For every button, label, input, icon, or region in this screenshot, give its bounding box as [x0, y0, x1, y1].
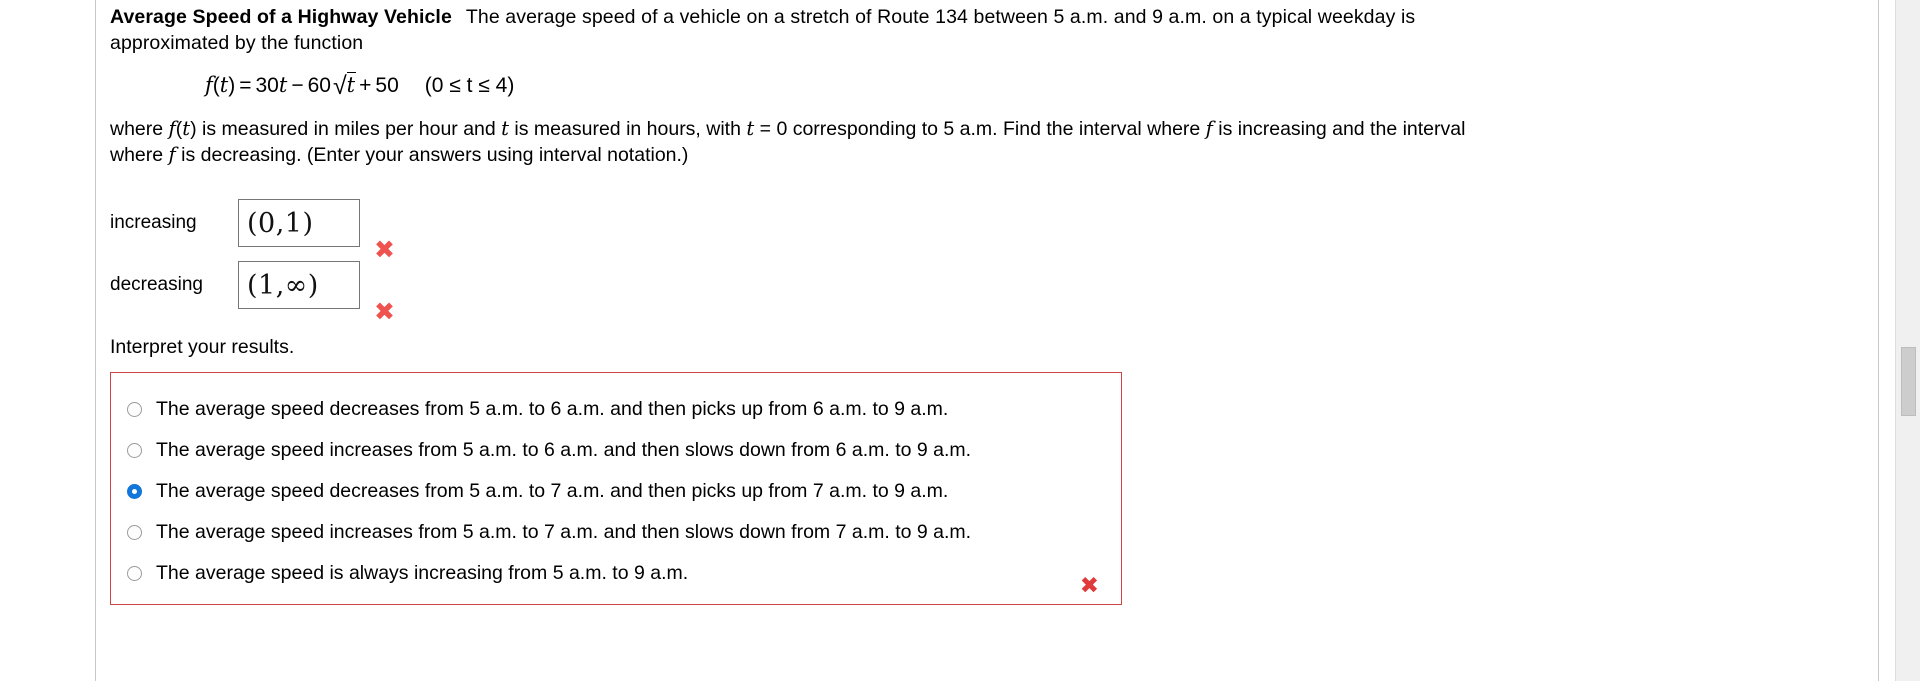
- where-text-part-1: where: [110, 118, 169, 140]
- content-right-border: [1878, 0, 1879, 681]
- interpret-option-3[interactable]: The average speed decreases from 5 a.m. …: [111, 471, 1121, 512]
- answer-label-decreasing: decreasing: [110, 274, 203, 295]
- where-text-part-6: is decreasing. (Enter your answers using…: [175, 144, 689, 166]
- square-root-icon: √t: [331, 72, 357, 100]
- page-background: Average Speed of a Highway Vehicle The av…: [0, 0, 1920, 681]
- interpret-option-label-3: The average speed decreases from 5 a.m. …: [156, 480, 949, 502]
- interpret-option-label-2: The average speed increases from 5 a.m. …: [156, 439, 972, 461]
- formula-minus-operator: −: [291, 74, 304, 97]
- where-variable-f: f: [1205, 117, 1213, 140]
- problem-where-paragraph: where f(t) is measured in miles per hour…: [110, 116, 1505, 168]
- incorrect-mark-decreasing: ✖: [374, 297, 395, 326]
- answer-label-increasing: increasing: [110, 212, 197, 233]
- where-text-part-3: is measured in hours, with: [509, 118, 747, 140]
- interpret-option-2[interactable]: The average speed increases from 5 a.m. …: [111, 430, 1121, 471]
- interpret-option-1[interactable]: The average speed decreases from 5 a.m. …: [111, 389, 1121, 430]
- formula-radicand: t: [346, 72, 357, 97]
- interpret-option-label-5: The average speed is always increasing f…: [156, 562, 689, 584]
- formula-domain: (0 ≤ t ≤ 4): [424, 74, 515, 97]
- answer-value-decreasing: (1,∞): [247, 269, 319, 301]
- formula-equals: =: [239, 74, 252, 97]
- page-scrollbar-thumb[interactable]: [1901, 347, 1916, 416]
- incorrect-mark-interpret: ✖: [1079, 573, 1099, 599]
- formula-argument: t: [219, 73, 229, 97]
- where-variable-t: t: [501, 117, 510, 140]
- page-scrollbar-track[interactable]: [1895, 0, 1920, 681]
- formula-function-name: f: [205, 73, 213, 97]
- radio-icon-option-5[interactable]: [127, 566, 142, 581]
- incorrect-mark-increasing: ✖: [374, 235, 395, 264]
- radio-icon-option-2[interactable]: [127, 443, 142, 458]
- problem-content: Average Speed of a Highway Vehicle The av…: [110, 0, 1510, 605]
- formula-term1-coefficient: 30: [255, 74, 279, 97]
- answer-row-increasing: increasing (0,1) ✖: [110, 194, 1510, 262]
- formula-term2-coefficient: 60: [307, 74, 331, 97]
- where-text-part-4: = 0 corresponding to 5 a.m. Find the int…: [754, 118, 1206, 140]
- interpret-option-4[interactable]: The average speed increases from 5 a.m. …: [111, 512, 1121, 553]
- interpret-option-label-1: The average speed decreases from 5 a.m. …: [156, 398, 949, 420]
- radical-symbol: √: [332, 72, 347, 100]
- answer-row-decreasing: decreasing (1,∞) ✖: [110, 256, 1510, 324]
- function-formula: f(t) = 30t −60√t +50 (0 ≤ t ≤ 4): [110, 72, 1510, 100]
- formula-constant: 50: [375, 74, 399, 97]
- radio-icon-option-4[interactable]: [127, 525, 142, 540]
- answer-fields: increasing (0,1) ✖ decreasing (1,∞) ✖: [110, 194, 1510, 324]
- where-variable-f-2: f: [168, 143, 176, 166]
- answer-input-increasing[interactable]: (0,1): [238, 199, 360, 247]
- problem-statement: Average Speed of a Highway Vehicle The av…: [110, 0, 1510, 56]
- problem-title: Average Speed of a Highway Vehicle: [110, 6, 452, 28]
- where-text-part-2: is measured in miles per hour and: [196, 118, 502, 140]
- where-function-name: f: [168, 117, 176, 140]
- where-function-arg: t: [182, 117, 191, 140]
- interpret-prompt: Interpret your results.: [110, 336, 295, 358]
- radio-icon-option-3[interactable]: [127, 484, 142, 499]
- interpret-options-group: The average speed decreases from 5 a.m. …: [110, 372, 1122, 605]
- answer-value-increasing: (0,1): [247, 207, 314, 239]
- radio-icon-option-1[interactable]: [127, 402, 142, 417]
- formula-plus-operator: +: [359, 74, 372, 97]
- answer-input-decreasing[interactable]: (1,∞): [238, 261, 360, 309]
- interpret-option-5[interactable]: The average speed is always increasing f…: [111, 553, 1121, 594]
- interpret-option-label-4: The average speed increases from 5 a.m. …: [156, 521, 972, 543]
- formula-paren-open: (: [212, 74, 220, 97]
- content-left-border: [95, 0, 96, 681]
